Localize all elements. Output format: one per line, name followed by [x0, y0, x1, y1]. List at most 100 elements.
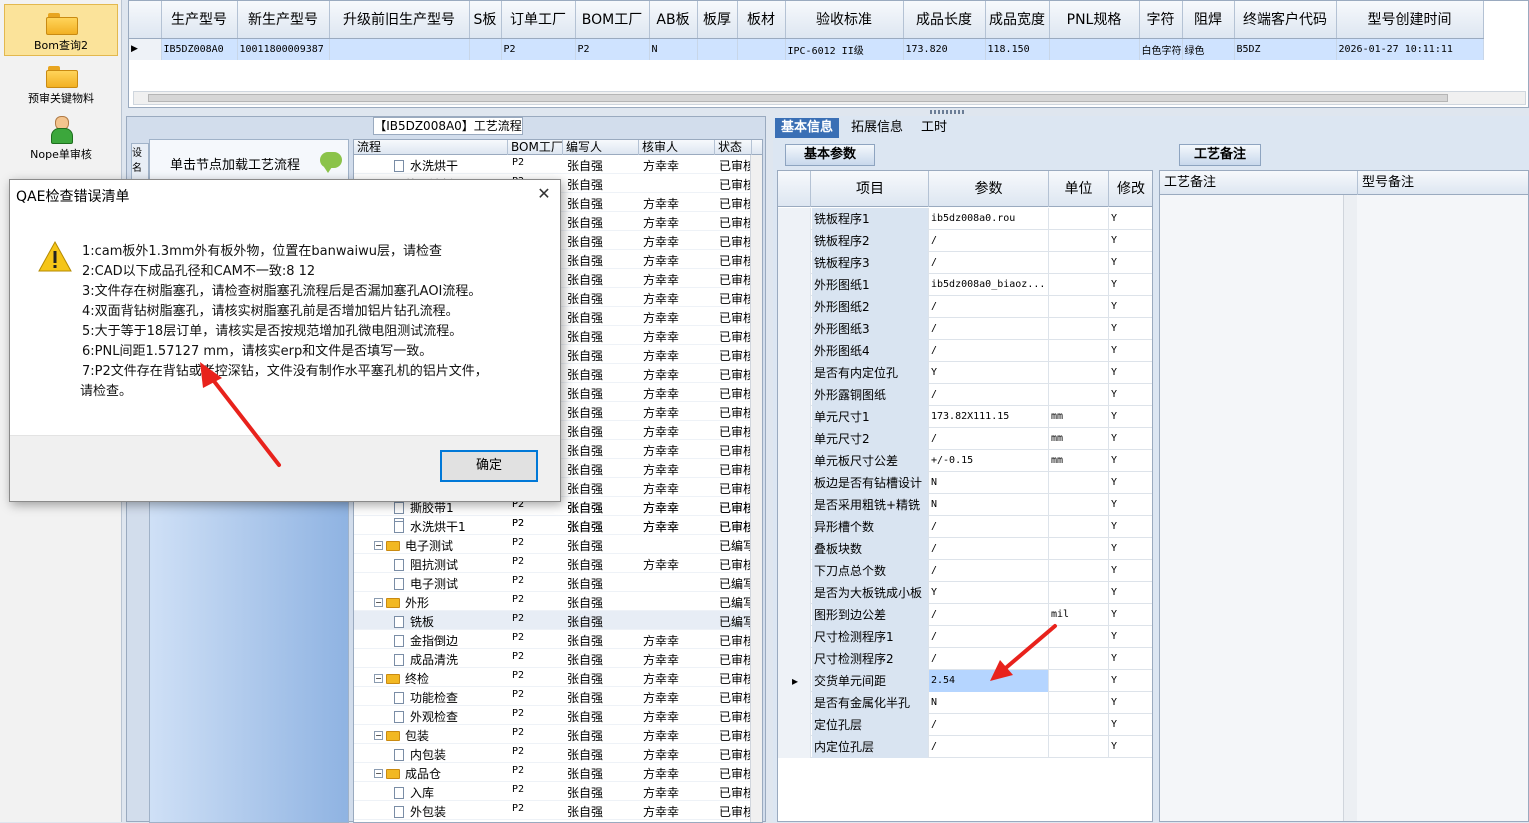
param-value[interactable]: / — [929, 340, 1049, 362]
param-row[interactable]: 尺寸检测程序2/ Y — [778, 648, 1152, 670]
cell[interactable]: 白色字符 — [1139, 38, 1183, 60]
param-value[interactable]: / — [929, 538, 1049, 560]
param-row[interactable]: 是否采用粗铣+精铣 N Y — [778, 494, 1152, 516]
close-icon[interactable]: ✕ — [536, 184, 552, 203]
horizontal-scrollbar[interactable] — [133, 91, 1526, 105]
param-row[interactable]: 外形图纸4/ Y — [778, 340, 1152, 362]
param-value[interactable]: ib5dz008a0_biaoz... — [929, 274, 1049, 296]
col-modify[interactable]: 修改 — [1109, 171, 1152, 207]
param-value[interactable]: / — [929, 626, 1049, 648]
flow-col-header[interactable]: BOM工厂 — [508, 140, 563, 155]
flow-group-row[interactable]: − 终检 P2 张自强 方幸幸 已审核 — [354, 668, 762, 687]
col-header[interactable]: 阻焊 — [1182, 1, 1235, 39]
param-value[interactable]: / — [929, 560, 1049, 582]
cell[interactable]: 118.150 — [985, 38, 1050, 60]
cell[interactable] — [737, 38, 786, 60]
param-value[interactable]: / — [929, 230, 1049, 252]
col-header[interactable]: 验收标准 — [785, 1, 904, 39]
splitter-grip[interactable] — [930, 110, 966, 114]
param-row[interactable]: 铣板程序2/ Y — [778, 230, 1152, 252]
flow-step-row[interactable]: 成品清洗 P2 张自强 方幸幸 已审核 — [354, 649, 762, 668]
scrollbar-thumb[interactable] — [148, 94, 1448, 102]
param-value[interactable]: Y — [929, 362, 1049, 384]
collapse-toggle-icon[interactable]: − — [374, 598, 383, 607]
cell[interactable]: 绿色 — [1182, 38, 1235, 60]
flow-group-row[interactable]: − 电子测试 P2 张自强 已编写 — [354, 535, 762, 554]
param-value[interactable]: / — [929, 318, 1049, 340]
nav-prereview-materials[interactable]: 预审关键物料 — [4, 58, 118, 110]
param-row[interactable]: 单元尺寸1 173.82X111.15 mm Y — [778, 406, 1152, 428]
flow-step-row[interactable]: 水洗烘干1 P2 张自强 方幸幸 已审核 — [354, 516, 762, 535]
cell[interactable]: B5DZ — [1234, 38, 1337, 60]
param-value[interactable]: / — [929, 516, 1049, 538]
param-value[interactable]: / — [929, 428, 1049, 450]
param-value[interactable]: 173.82X111.15 — [929, 406, 1049, 428]
param-row[interactable]: ▸ 交货单元间距 2.54 Y — [778, 670, 1152, 692]
load-flow-link[interactable]: 单击节点加载工艺流程 — [150, 140, 348, 180]
flow-step-row[interactable]: 铣板 P2 张自强 已编写 — [354, 611, 762, 630]
table-row[interactable]: ▶ IB5DZ008A0 10011800009387 P2 P2 N IPC-6012 I… — [129, 38, 1484, 60]
col-header[interactable]: 板厚 — [697, 1, 738, 39]
collapse-toggle-icon[interactable]: − — [374, 731, 383, 740]
vertical-scrollbar[interactable] — [750, 155, 762, 822]
tab-work-hours[interactable]: 工时 — [915, 118, 953, 138]
flow-col-header[interactable]: 编写人 — [563, 140, 639, 155]
col-header[interactable]: 终端客户代码 — [1234, 1, 1337, 39]
param-row[interactable]: 图形到边公差 / mil Y — [778, 604, 1152, 626]
nav-bom-query[interactable]: Bom查询2 — [4, 4, 118, 56]
col-header[interactable]: 型号创建时间 — [1336, 1, 1484, 39]
flow-step-row[interactable]: 功能检查 P2 张自强 方幸幸 已审核 — [354, 687, 762, 706]
cell[interactable]: P2 — [575, 38, 650, 60]
param-row[interactable]: 定位孔层 / Y — [778, 714, 1152, 736]
cell[interactable] — [469, 38, 502, 60]
tab-extended-info[interactable]: 拓展信息 — [845, 118, 909, 138]
param-value[interactable]: N — [929, 494, 1049, 516]
flow-group-row[interactable]: − 成品仓 P2 张自强 方幸幸 已审核 — [354, 763, 762, 782]
tab-basic-info[interactable]: 基本信息 — [775, 118, 840, 138]
param-value[interactable]: Y — [929, 582, 1049, 604]
param-row[interactable]: 板边是否有钻槽设计 N Y — [778, 472, 1152, 494]
col-header[interactable]: BOM工厂 — [575, 1, 650, 39]
cell[interactable] — [697, 38, 738, 60]
cell[interactable] — [329, 38, 470, 60]
cell[interactable] — [1049, 38, 1140, 60]
param-row[interactable]: 铣板程序1 ib5dz008a0.rou Y — [778, 208, 1152, 230]
col-header[interactable]: 成品长度 — [903, 1, 986, 39]
param-row[interactable]: 外形图纸1 ib5dz008a0_biaoz... Y — [778, 274, 1152, 296]
collapse-toggle-icon[interactable]: − — [374, 769, 383, 778]
param-value[interactable]: / — [929, 296, 1049, 318]
col-header[interactable]: AB板 — [649, 1, 698, 39]
param-row[interactable]: 单元板尺寸公差 +/-0.15 mm Y — [778, 450, 1152, 472]
param-value[interactable]: 2.54 — [929, 670, 1049, 692]
param-value[interactable]: / — [929, 736, 1049, 758]
param-value[interactable]: N — [929, 692, 1049, 714]
cell[interactable]: 10011800009387 — [237, 38, 330, 60]
param-row[interactable]: 外形图纸2/ Y — [778, 296, 1152, 318]
param-value[interactable]: +/-0.15 — [929, 450, 1049, 472]
param-value[interactable]: / — [929, 384, 1049, 406]
cell[interactable]: IPC-6012 II级 — [785, 38, 904, 60]
flow-col-header[interactable]: 流程 — [354, 140, 508, 155]
collapse-toggle-icon[interactable]: − — [374, 541, 383, 550]
col-header[interactable]: 字符 — [1139, 1, 1183, 39]
param-value[interactable]: / — [929, 648, 1049, 670]
tab-basic-params[interactable]: 基本参数 — [785, 144, 875, 166]
col-header[interactable]: 板材 — [737, 1, 786, 39]
flow-step-row[interactable]: 入库 P2 张自强 方幸幸 已审核 — [354, 782, 762, 801]
param-row[interactable]: 异形槽个数 / Y — [778, 516, 1152, 538]
flow-group-row[interactable]: − 包装 P2 张自强 方幸幸 已审核 — [354, 725, 762, 744]
col-param[interactable]: 参数 — [929, 171, 1049, 207]
param-row[interactable]: 叠板块数 / Y — [778, 538, 1152, 560]
nav-nope-review[interactable]: Nope单审核 — [4, 112, 118, 164]
col-model-notes[interactable]: 型号备注 — [1358, 171, 1529, 195]
flow-step-row[interactable]: 阻抗测试 P2 张自强 方幸幸 已审核 — [354, 554, 762, 573]
notes-scrollbar[interactable] — [1343, 195, 1357, 821]
param-row[interactable]: 单元尺寸2/mm Y — [778, 428, 1152, 450]
param-row[interactable]: 尺寸检测程序1/ Y — [778, 626, 1152, 648]
tab-process-notes[interactable]: 工艺备注 — [1179, 144, 1261, 166]
col-unit[interactable]: 单位 — [1049, 171, 1109, 207]
flow-step-row[interactable]: 水洗烘干 P2 张自强 方幸幸 已审核 — [354, 155, 762, 174]
ok-button[interactable]: 确定 — [440, 450, 538, 482]
param-row[interactable]: 铣板程序3/ Y — [778, 252, 1152, 274]
col-header[interactable]: 新生产型号 — [237, 1, 330, 39]
